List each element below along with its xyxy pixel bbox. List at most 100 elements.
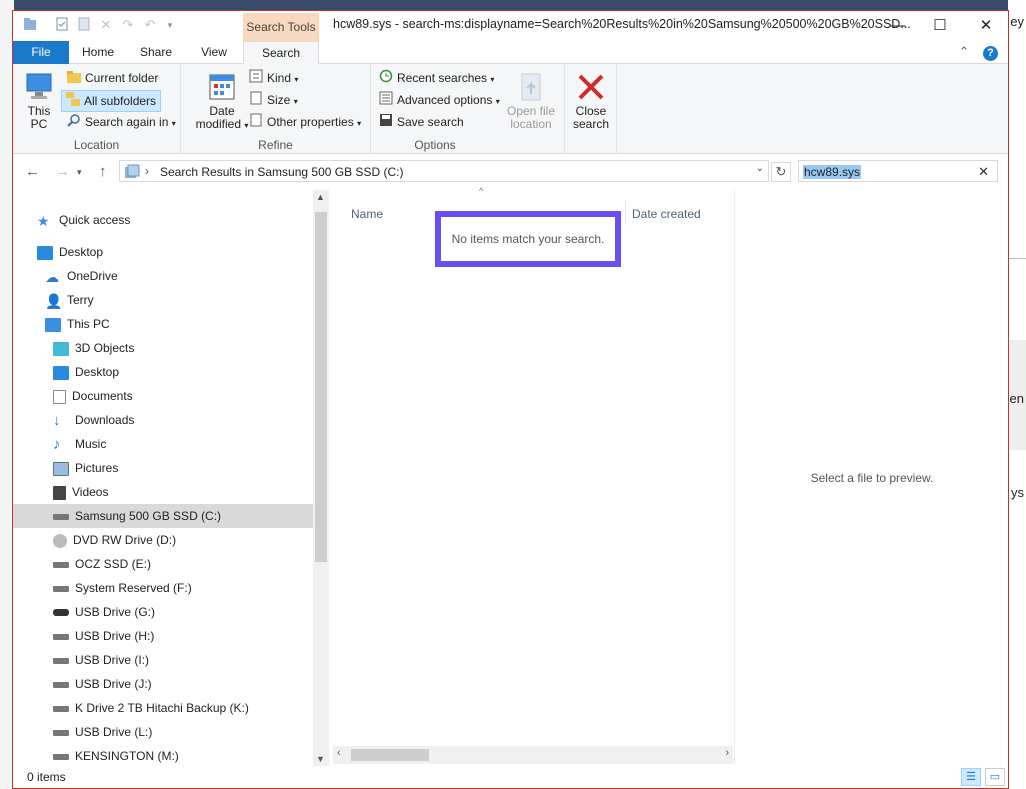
- nav-item-pictures[interactable]: Pictures: [53, 456, 118, 480]
- tab-view[interactable]: View: [189, 41, 239, 64]
- location-group: This PC Current folder All subfolders Se…: [13, 64, 181, 154]
- tab-file[interactable]: File: [13, 41, 69, 64]
- size-button[interactable]: Size ▾: [249, 90, 298, 112]
- nav-item-k-drive[interactable]: K Drive 2 TB Hitachi Backup (K:): [53, 696, 249, 720]
- clear-search-icon[interactable]: ✕: [978, 164, 989, 180]
- nav-item-usb-g[interactable]: USB Drive (G:): [53, 600, 155, 624]
- current-folder-button[interactable]: Current folder: [65, 68, 160, 90]
- tab-home[interactable]: Home: [73, 41, 123, 64]
- close-button[interactable]: ✕: [963, 11, 1008, 41]
- background-text: ey: [1010, 14, 1024, 29]
- search-input[interactable]: hcw89.sys ✕: [798, 160, 998, 182]
- delete-icon[interactable]: ✕: [99, 17, 113, 33]
- nav-item-desktop-pc[interactable]: Desktop: [53, 360, 119, 384]
- new-folder-icon[interactable]: [77, 17, 91, 33]
- back-button[interactable]: ←: [25, 163, 40, 180]
- chevron-down-icon: ▾: [490, 75, 495, 84]
- advanced-options-button[interactable]: Advanced options ▾: [379, 90, 500, 112]
- scroll-left-icon[interactable]: ‹: [337, 747, 341, 759]
- collapse-ribbon-icon[interactable]: ⌃: [958, 44, 969, 59]
- videos-icon: [53, 485, 66, 500]
- open-file-location-button[interactable]: Open file location: [499, 72, 563, 131]
- chevron-down-icon: ▾: [293, 97, 298, 106]
- up-button[interactable]: ↑: [99, 163, 107, 180]
- breadcrumb-chevron-icon[interactable]: ›: [145, 164, 149, 178]
- nav-item-system-reserved[interactable]: System Reserved (F:): [53, 576, 192, 600]
- nav-item-desktop[interactable]: Desktop: [37, 240, 103, 264]
- undo-icon[interactable]: ↶: [143, 17, 157, 33]
- search-query[interactable]: hcw89.sys: [803, 165, 862, 179]
- nav-item-this-pc[interactable]: This PC: [45, 312, 110, 336]
- all-subfolders-button[interactable]: All subfolders: [61, 90, 162, 112]
- redo-icon[interactable]: ↷: [121, 17, 135, 33]
- navigation-pane: ★ Quick access Desktop ☁ OneDrive 👤 Terry T…: [13, 190, 313, 766]
- close-search-button[interactable]: Close search: [567, 72, 615, 131]
- scroll-right-icon[interactable]: ›: [725, 747, 729, 759]
- size-icon: [249, 91, 263, 111]
- chevron-down-icon: ▾: [294, 75, 299, 84]
- breadcrumb[interactable]: Search Results in Samsung 500 GB SSD (C:…: [160, 165, 403, 179]
- save-icon: [379, 113, 393, 133]
- scroll-down-icon[interactable]: ▼: [316, 754, 325, 764]
- nav-item-terry[interactable]: 👤 Terry: [45, 288, 94, 312]
- subfolders-icon: [66, 91, 80, 112]
- nav-item-kensington[interactable]: KENSINGTON (M:): [53, 744, 179, 766]
- customize-toolbar-icon[interactable]: ▾: [163, 17, 177, 33]
- nav-item-videos[interactable]: Videos: [53, 480, 108, 504]
- preview-pane: Select a file to preview.: [734, 190, 1008, 766]
- music-icon: ♪: [53, 435, 61, 453]
- details-view-button[interactable]: ☰: [961, 768, 981, 786]
- file-list-horizontal-scrollbar[interactable]: ‹ ›: [333, 746, 733, 764]
- other-properties-button[interactable]: Other properties ▾: [249, 112, 361, 134]
- folder-icon[interactable]: [23, 17, 37, 33]
- close-group: Close search: [565, 64, 617, 154]
- nav-scrollbar-thumb[interactable]: [315, 212, 327, 562]
- nav-item-documents[interactable]: Documents: [53, 384, 133, 408]
- nav-item-usb-i[interactable]: USB Drive (I:): [53, 648, 149, 672]
- refresh-button[interactable]: ↻: [771, 162, 791, 182]
- column-header-date-created[interactable]: Date created: [632, 207, 701, 221]
- user-icon: 👤: [45, 292, 63, 309]
- folder-icon: [67, 69, 81, 89]
- recent-searches-icon: [379, 69, 393, 89]
- nav-item-3d-objects[interactable]: 3D Objects: [53, 336, 134, 360]
- maximize-button[interactable]: ☐: [917, 11, 963, 41]
- nav-item-usb-l[interactable]: USB Drive (L:): [53, 720, 152, 744]
- kind-button[interactable]: Kind ▾: [249, 68, 298, 90]
- nav-item-samsung-ssd[interactable]: Samsung 500 GB SSD (C:): [13, 504, 313, 528]
- cube-icon: [53, 341, 69, 356]
- horizontal-scrollbar-thumb[interactable]: [351, 749, 429, 761]
- recent-searches-button[interactable]: Recent searches ▾: [379, 68, 494, 90]
- column-header-name[interactable]: Name: [351, 207, 383, 221]
- nav-scrollbar[interactable]: ▲ ▼: [313, 190, 329, 766]
- tab-share[interactable]: Share: [131, 41, 181, 64]
- date-modified-button[interactable]: Date modified ▾: [195, 72, 249, 132]
- forward-button[interactable]: →: [55, 163, 70, 180]
- nav-item-ocz-ssd[interactable]: OCZ SSD (E:): [53, 552, 151, 576]
- nav-item-usb-j[interactable]: USB Drive (J:): [53, 672, 152, 696]
- nav-item-quick-access[interactable]: ★ Quick access: [37, 208, 130, 232]
- recent-locations-chevron-icon[interactable]: ▾: [77, 167, 82, 178]
- nav-item-usb-h[interactable]: USB Drive (H:): [53, 624, 154, 648]
- properties-icon[interactable]: [55, 17, 69, 33]
- save-search-button[interactable]: Save search: [379, 112, 464, 134]
- title-bar[interactable]: ✕ ↷ ↶ ▾ Search Tools hcw89.sys - search-…: [13, 11, 1008, 41]
- tab-search[interactable]: Search: [243, 41, 319, 65]
- address-dropdown-icon[interactable]: ⌄: [756, 163, 764, 174]
- nav-item-downloads[interactable]: ↓ Downloads: [53, 408, 134, 432]
- nav-item-music[interactable]: ♪ Music: [53, 432, 106, 456]
- help-icon[interactable]: ?: [983, 46, 998, 61]
- kind-icon: [249, 69, 263, 89]
- scroll-up-icon[interactable]: ▲: [316, 192, 325, 202]
- cloud-icon: ☁: [45, 268, 59, 285]
- nav-item-onedrive[interactable]: ☁ OneDrive: [45, 264, 118, 288]
- address-bar[interactable]: › Search Results in Samsung 500 GB SSD (…: [119, 160, 769, 182]
- background-text: en: [1009, 391, 1024, 406]
- large-icons-view-button[interactable]: ▭: [985, 768, 1005, 786]
- this-pc-button[interactable]: This PC: [21, 72, 57, 131]
- search-again-in-button[interactable]: Search again in ▾: [65, 112, 178, 134]
- minimize-button[interactable]: —: [875, 11, 921, 41]
- options-group-label: Options: [414, 138, 456, 152]
- computer-icon: [45, 317, 61, 332]
- nav-item-dvd-rw[interactable]: DVD RW Drive (D:): [53, 528, 176, 552]
